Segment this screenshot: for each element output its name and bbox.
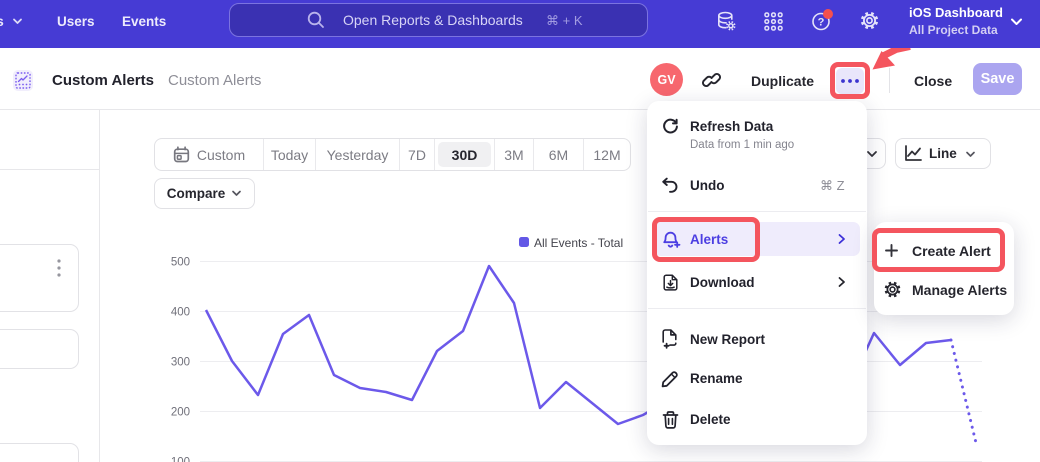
- svg-text:100: 100: [171, 457, 190, 462]
- svg-text:300: 300: [171, 357, 190, 369]
- svg-text:500: 500: [171, 257, 190, 269]
- svg-text:200: 200: [171, 407, 190, 419]
- svg-text:400: 400: [171, 307, 190, 319]
- svg-text:All Events - Total: All Events - Total: [534, 236, 623, 250]
- svg-text:?: ?: [818, 17, 825, 29]
